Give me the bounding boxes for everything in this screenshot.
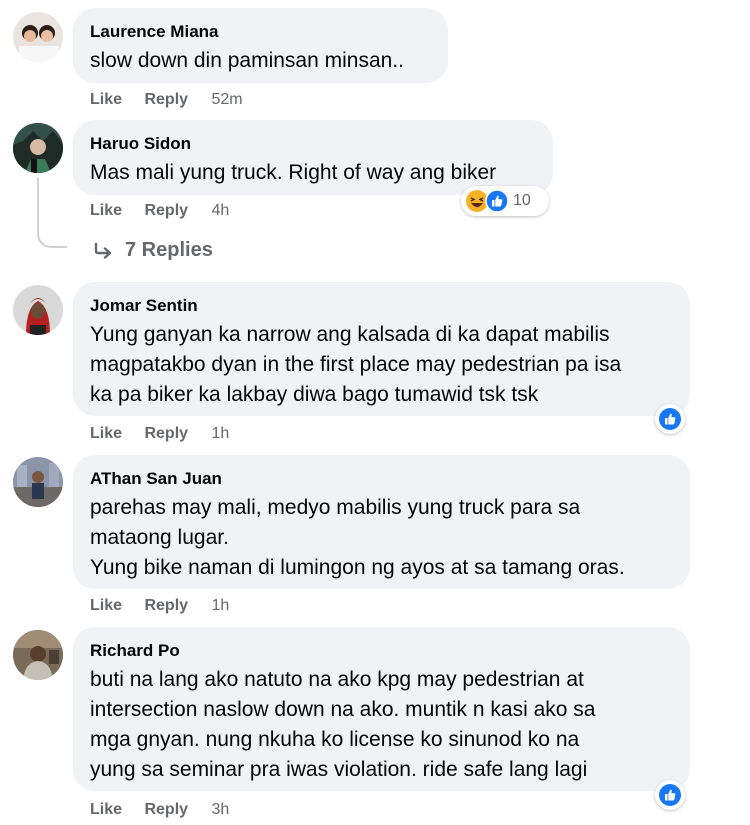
comment-author[interactable]: Jomar Sentin — [90, 295, 672, 317]
comment-text-line: Yung ganyan ka narrow ang kalsada di ka … — [90, 323, 610, 346]
comment-text-line: parehas may mali, medyo mabilis yung tru… — [90, 496, 581, 519]
like-icon — [658, 407, 682, 431]
comment-bubble: Richard Po buti na lang ako natuto na ak… — [73, 627, 690, 791]
comment-timestamp[interactable]: 3h — [212, 800, 230, 820]
like-icon — [658, 783, 682, 807]
like-button[interactable]: Like — [90, 800, 122, 820]
comment-text-line: intersection naslow down na ako. muntik … — [90, 698, 596, 721]
like-button[interactable]: Like — [90, 424, 122, 444]
comment-author[interactable]: Richard Po — [90, 640, 672, 662]
comment-text-line: ka pa biker ka lakbay diwa bago tumawid … — [90, 383, 539, 406]
comment-text-line: magpatakbo dyan in the first place may p… — [90, 353, 622, 376]
comment-author[interactable]: Haruo Sidon — [90, 133, 535, 155]
comment-actions: Like Reply 4h — [90, 201, 229, 221]
comment-author[interactable]: Laurence Miana — [90, 21, 430, 43]
comment-text: Yung ganyan ka narrow ang kalsada di ka … — [90, 320, 672, 410]
avatar[interactable] — [13, 12, 63, 62]
comment-author[interactable]: AThan San Juan — [90, 468, 672, 490]
comment-bubble: Laurence Miana slow down din paminsan mi… — [73, 8, 448, 83]
comment-text-line: slow down din paminsan minsan.. — [90, 49, 404, 72]
reply-button[interactable]: Reply — [144, 596, 188, 616]
reaction-count: 10 — [513, 192, 531, 209]
comment-text: buti na lang ako natuto na ako kpg may p… — [90, 665, 672, 785]
comment-text: parehas may mali, medyo mabilis yung tru… — [90, 493, 672, 583]
avatar[interactable] — [13, 285, 63, 335]
comment-text-line: Mas mali yung truck. Right of way ang bi… — [90, 161, 497, 184]
comment-timestamp[interactable]: 1h — [212, 596, 230, 616]
avatar[interactable] — [13, 630, 63, 680]
like-button[interactable]: Like — [90, 596, 122, 616]
reaction-summary[interactable]: 10 — [461, 186, 549, 216]
comment-timestamp[interactable]: 1h — [212, 424, 230, 444]
reaction-summary[interactable] — [655, 780, 685, 810]
like-icon — [485, 189, 509, 213]
reply-button[interactable]: Reply — [144, 800, 188, 820]
comment-text-line: mataong lugar. — [90, 526, 229, 549]
comment-text-line: yung sa seminar pra iwas violation. ride… — [90, 758, 588, 781]
comment-actions: Like Reply 52m — [90, 90, 243, 110]
reply-button[interactable]: Reply — [144, 201, 188, 221]
like-button[interactable]: Like — [90, 201, 122, 221]
reply-arrow-icon — [93, 240, 115, 262]
avatar[interactable] — [13, 457, 63, 507]
replies-count-label: 7 Replies — [125, 239, 213, 261]
comment-bubble: Jomar Sentin Yung ganyan ka narrow ang k… — [73, 282, 690, 416]
comment-bubble: AThan San Juan parehas may mali, medyo m… — [73, 455, 690, 589]
comment-timestamp[interactable]: 4h — [212, 201, 230, 221]
comment-text-line: Yung bike naman di lumingon ng ayos at s… — [90, 556, 625, 579]
avatar[interactable] — [13, 123, 63, 173]
comment-text: slow down din paminsan minsan.. — [90, 46, 430, 76]
comment-actions: Like Reply 3h — [90, 800, 229, 820]
comment-actions: Like Reply 1h — [90, 596, 229, 616]
comment-text-line: buti na lang ako natuto na ako kpg may p… — [90, 668, 584, 691]
view-replies-link[interactable]: 7 Replies — [93, 239, 213, 262]
reply-button[interactable]: Reply — [144, 90, 188, 110]
comment-actions: Like Reply 1h — [90, 424, 229, 444]
comments-section: Laurence Miana slow down din paminsan mi… — [0, 0, 750, 825]
comment-bubble: Haruo Sidon Mas mali yung truck. Right o… — [73, 120, 553, 195]
comment-text-line: mga gnyan. nung nkuha ko license ko sinu… — [90, 728, 580, 751]
comment-text: Mas mali yung truck. Right of way ang bi… — [90, 158, 535, 188]
comment-timestamp[interactable]: 52m — [212, 90, 243, 110]
reaction-summary[interactable] — [655, 404, 685, 434]
like-button[interactable]: Like — [90, 90, 122, 110]
thread-connector — [37, 178, 67, 248]
reply-button[interactable]: Reply — [144, 424, 188, 444]
